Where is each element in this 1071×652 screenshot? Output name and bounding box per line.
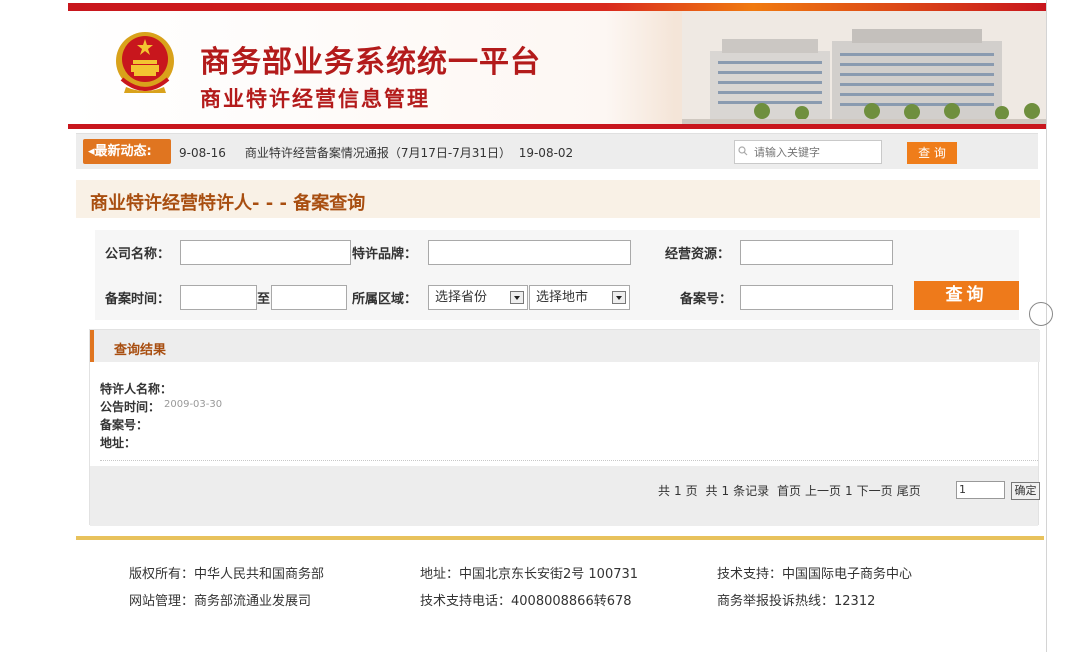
pager-next-link[interactable]: 下一页 (857, 484, 893, 498)
window-right-border (1046, 0, 1047, 652)
search-input[interactable] (734, 140, 882, 164)
footer-address: 地址：中国北京东长安街2号 100731 (420, 567, 639, 582)
footer-tech-support: 技术支持：中国国际电子商务中心 (717, 567, 913, 582)
region-label: 所属区域： (352, 292, 418, 307)
pager-records-unit: 条记录 (733, 484, 770, 498)
city-select-value: 选择地市 (536, 290, 589, 305)
results-separator (100, 460, 1038, 461)
chevron-down-icon (612, 291, 626, 304)
results-heading: 查询结果 (114, 343, 167, 358)
news-ticker-bar: ◂最新动态: 9-08-16 商业特许经营备案情况通报（7月17日-7月31日）… (76, 133, 1038, 169)
search-icon (738, 146, 748, 156)
goto-page-input[interactable]: 1 (956, 481, 1005, 499)
province-select-value: 选择省份 (435, 290, 488, 305)
news-label: ◂最新动态: (83, 139, 171, 164)
resource-input[interactable] (740, 240, 893, 265)
header-divider (68, 124, 1046, 129)
national-emblem-icon (116, 32, 174, 93)
search-form: 公司名称： 特许品牌： 经营资源： 备案时间： 至 所属区域： 选择省份 选择地… (95, 230, 1019, 320)
news-ticker-text[interactable]: 9-08-16 商业特许经营备案情况通报（7月17日-7月31日） 19-08-… (179, 144, 573, 161)
news-label-text: 最新动态: (94, 144, 152, 159)
record-no-input[interactable] (740, 285, 893, 310)
footer-copyright: 版权所有：中华人民共和国商务部 (129, 567, 325, 582)
page-title-bar: 商业特许经营特许人- - - 备案查询 (76, 180, 1040, 218)
query-button[interactable]: 查询 (914, 281, 1019, 310)
site-header: 商务部业务系统统一平台 商业特许经营信息管理 (68, 11, 1046, 124)
city-select[interactable]: 选择地市 (529, 285, 630, 310)
date-to-input[interactable] (271, 285, 347, 310)
province-select[interactable]: 选择省份 (428, 285, 528, 310)
results-header: 查询结果 (90, 330, 1040, 362)
record-no-label: 备案号： (680, 292, 733, 307)
chevron-down-icon (510, 291, 524, 304)
record-date-label: 备案时间： (105, 292, 171, 307)
pager-prev-link[interactable]: 上一页 (805, 484, 841, 498)
company-name-label: 公司名称： (105, 247, 171, 262)
company-name-input[interactable] (180, 240, 351, 265)
date-to-label: 至 (257, 292, 271, 307)
footer-tech-phone: 技术支持电话：4008008866转678 (420, 594, 632, 609)
record-no-result-label: 备案号： (100, 418, 149, 432)
top-color-stripe (68, 3, 1046, 11)
brand-input[interactable] (428, 240, 631, 265)
building-banner-image (682, 11, 1046, 124)
franchisor-name-label: 特许人名称： (100, 382, 173, 396)
site-subtitle: 商业特许经营信息管理 (200, 87, 430, 111)
pager-total-pages: 1 (674, 484, 682, 498)
results-panel: 查询结果 特许人名称： 公告时间： 2009-03-30 备案号： 地址： 共1… (89, 329, 1040, 526)
brand-label: 特许品牌： (352, 247, 418, 262)
announce-date-value: 2009-03-30 (164, 399, 223, 410)
page-title: 商业特许经营特许人- - - 备案查询 (90, 193, 366, 214)
search-button[interactable]: 查 询 (907, 142, 957, 164)
pager-last-link[interactable]: 尾页 (897, 484, 921, 498)
pager-records-prefix: 共 (705, 484, 718, 498)
footer-site-admin: 网站管理：商务部流通业发展司 (129, 594, 312, 609)
address-label: 地址： (100, 436, 137, 450)
pagination-text: 共1页 共 1 条记录 首页 上一页 1 下一页 尾页 (658, 482, 925, 499)
site-title: 商务部业务系统统一平台 (200, 45, 541, 80)
news-date-1: 9-08-16 (179, 146, 226, 160)
goto-page-confirm-button[interactable]: 确定 (1011, 482, 1040, 500)
footer-divider (76, 536, 1044, 540)
pager-total-prefix: 共 (658, 484, 671, 498)
pager-current-page: 1 (845, 484, 853, 498)
mouse-cursor-indicator (1029, 302, 1053, 326)
news-date-2: 19-08-02 (518, 146, 574, 160)
pager-pages-unit: 页 (685, 484, 698, 498)
resource-label: 经营资源： (665, 247, 731, 262)
announce-date-label: 公告时间： (100, 400, 161, 414)
page-container: 商务部业务系统统一平台 商业特许经营信息管理 ◂最新动态: 9-08-16 商业… (68, 0, 1053, 652)
pager-first-link[interactable]: 首页 (777, 484, 801, 498)
date-from-input[interactable] (180, 285, 257, 310)
news-link[interactable]: 商业特许经营备案情况通报（7月17日-7月31日） (245, 146, 511, 160)
pager-total-records: 1 (721, 484, 730, 498)
footer-hotline: 商务举报投诉热线：12312 (717, 594, 876, 609)
